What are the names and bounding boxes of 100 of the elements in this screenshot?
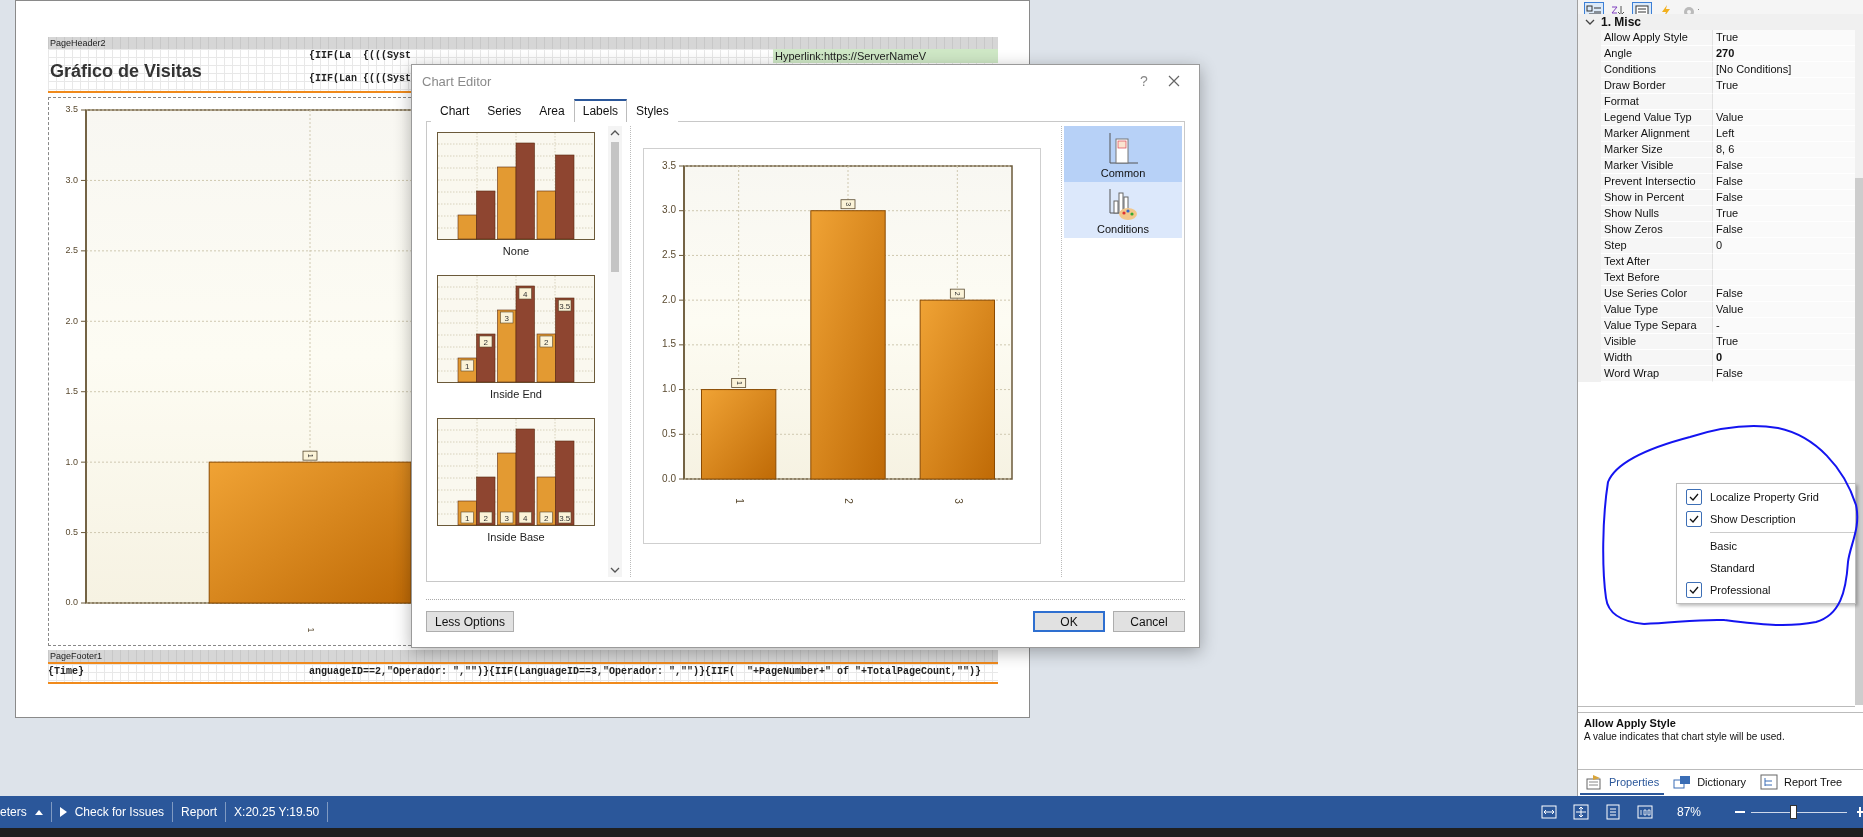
- slider-thumb[interactable]: [1790, 805, 1798, 819]
- property-value[interactable]: True: [1713, 334, 1855, 350]
- chart-thumbnail-drawing[interactable]: [437, 275, 595, 383]
- property-value[interactable]: False: [1713, 222, 1855, 238]
- property-value[interactable]: False: [1713, 174, 1855, 190]
- property-name: Width: [1601, 350, 1713, 366]
- data-label: 3.5: [558, 299, 572, 312]
- expression-field[interactable]: {(((Syst: [363, 49, 773, 63]
- axis-label: 2.0: [662, 293, 676, 305]
- data-label: 2: [479, 335, 493, 348]
- less-options-button[interactable]: Less Options: [426, 611, 515, 632]
- zoom-value: 87%: [1676, 805, 1701, 819]
- property-value[interactable]: 8, 6: [1713, 142, 1855, 158]
- axis-label: 2: [843, 498, 855, 504]
- status-text[interactable]: Check for Issues: [74, 805, 165, 819]
- status-text[interactable]: eters: [0, 805, 27, 819]
- chart-thumbnail-drawing[interactable]: [437, 418, 595, 526]
- property-value[interactable]: True: [1713, 30, 1855, 46]
- tree-icon: [1760, 774, 1779, 790]
- property-name: Marker Visible: [1601, 158, 1713, 174]
- page-height-icon[interactable]: [1572, 804, 1589, 820]
- scrollbar[interactable]: [608, 126, 622, 577]
- chart-palette-icon: [1106, 187, 1140, 221]
- scroll-thumb[interactable]: [611, 142, 619, 272]
- expression-field[interactable]: {IIF(La: [309, 49, 363, 63]
- axis-label: 2.0: [65, 315, 78, 326]
- scrollbar[interactable]: [1855, 14, 1863, 705]
- status-text: X:20.25 Y:19.50: [234, 805, 320, 819]
- property-name: Step: [1601, 238, 1713, 254]
- menu-item[interactable]: Show Description: [1677, 508, 1855, 530]
- property-value[interactable]: [No Conditions]: [1713, 62, 1855, 78]
- axis-label: 3.0: [65, 174, 78, 185]
- data-label: 3: [500, 511, 514, 524]
- axis-label: 1: [305, 627, 316, 633]
- scroll-thumb[interactable]: [1855, 178, 1863, 705]
- expression-field[interactable]: {Time}: [48, 664, 309, 682]
- property-name: Text Before: [1601, 270, 1713, 286]
- menu-item[interactable]: Localize Property Grid: [1677, 486, 1855, 508]
- actual-size-icon[interactable]: [1636, 805, 1653, 819]
- chart-thumbnail-drawing[interactable]: [437, 132, 595, 240]
- axis-label: 0.5: [662, 427, 676, 439]
- data-label: 2: [539, 511, 553, 524]
- property-value[interactable]: -: [1713, 318, 1855, 334]
- axis-label: 2.5: [65, 245, 78, 256]
- expression-field[interactable]: anguageID==2,"Operador: ","")}{IIF(LanguageID==3,"Operador: ","")}{IIF(: [309, 664, 747, 682]
- property-name: Legend Value Typ: [1601, 110, 1713, 126]
- property-value[interactable]: False: [1713, 158, 1855, 174]
- property-list-icon: [1634, 5, 1650, 14]
- property-value[interactable]: Left: [1713, 126, 1855, 142]
- panel-tab[interactable]: Report Tree: [1755, 771, 1848, 795]
- property-value[interactable]: 0: [1713, 350, 1855, 366]
- property-value[interactable]: False: [1713, 190, 1855, 206]
- property-value[interactable]: True: [1713, 78, 1855, 94]
- property-value[interactable]: False: [1713, 366, 1855, 382]
- page-width-icon[interactable]: [1540, 805, 1557, 819]
- property-value[interactable]: 270: [1713, 46, 1855, 62]
- axis-label: 2.5: [662, 249, 676, 261]
- axis-label: 0.0: [662, 472, 676, 484]
- report-title[interactable]: Gráfico de Visitas: [48, 60, 309, 82]
- property-value[interactable]: False: [1713, 286, 1855, 302]
- property-name: Show Nulls: [1601, 206, 1713, 222]
- play-icon[interactable]: [59, 807, 67, 817]
- tab[interactable]: Labels: [573, 99, 628, 122]
- data-label: 2: [479, 511, 493, 524]
- axis-label: 3.5: [65, 104, 78, 115]
- data-label: 2: [539, 335, 553, 348]
- data-label: 3.5: [558, 511, 572, 524]
- data-label: 1: [460, 359, 474, 372]
- property-name: Text After: [1601, 254, 1713, 270]
- property-value[interactable]: Value: [1713, 302, 1855, 318]
- property-name: Angle: [1601, 46, 1713, 62]
- panel-tab[interactable]: Dictionary: [1668, 772, 1752, 794]
- thumbnail-caption: Inside Base: [487, 530, 545, 544]
- axis-label: 1.0: [65, 456, 78, 467]
- property-value[interactable]: Value: [1713, 110, 1855, 126]
- cancel-button[interactable]: Cancel: [1113, 611, 1185, 632]
- property-value[interactable]: True: [1713, 206, 1855, 222]
- property-name: Marker Size: [1601, 142, 1713, 158]
- axis-label: 1: [734, 498, 746, 504]
- caret-icon[interactable]: [34, 809, 43, 815]
- menu-item[interactable]: Basic: [1677, 535, 1855, 557]
- expression-field[interactable]: "+PageNumber+" of "+TotalPageCount,"")}: [747, 664, 987, 682]
- property-value[interactable]: 0: [1713, 238, 1855, 254]
- menu-item[interactable]: Professional: [1677, 579, 1855, 601]
- close-icon: [1168, 75, 1180, 87]
- axis-label: 0.5: [65, 526, 78, 537]
- expression-field[interactable]: {IIF(Lan: [309, 72, 363, 86]
- axis-label: 3: [952, 498, 964, 504]
- dialog-title: Chart Editor: [422, 73, 493, 89]
- section-button[interactable]: Common: [1064, 126, 1182, 182]
- chevron-icon[interactable]: [1584, 18, 1595, 26]
- whole-page-icon[interactable]: [1604, 804, 1621, 820]
- zoom-out-icon[interactable]: [1735, 810, 1745, 814]
- property-name: Show Zeros: [1601, 222, 1713, 238]
- help-button[interactable]: ?: [1129, 73, 1159, 89]
- section-button[interactable]: Conditions: [1064, 182, 1182, 238]
- axis-label: 1.0: [662, 383, 676, 395]
- menu-item[interactable]: Standard: [1677, 557, 1855, 579]
- hyperlink-field[interactable]: Hyperlink:https://ServerNameV: [773, 49, 998, 63]
- ok-button[interactable]: OK: [1033, 611, 1105, 632]
